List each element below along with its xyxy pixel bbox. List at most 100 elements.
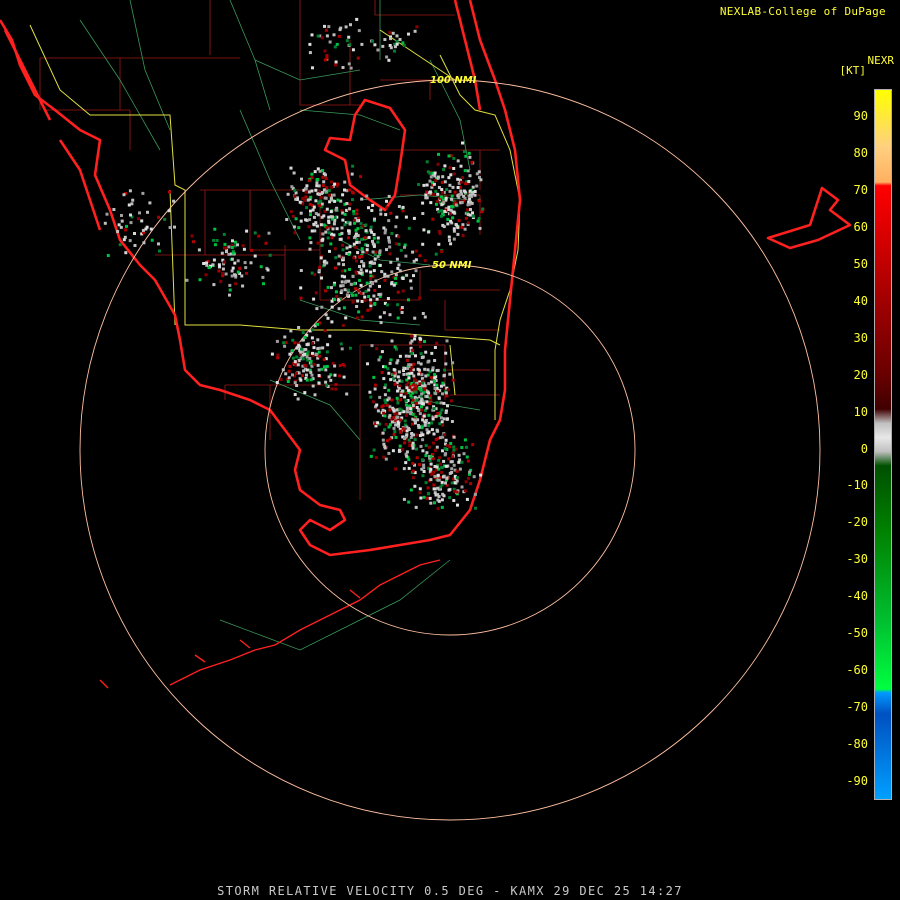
velocity-bin xyxy=(351,300,355,304)
velocity-bin xyxy=(432,379,436,383)
velocity-bin xyxy=(459,189,463,193)
velocity-bin xyxy=(376,48,380,52)
velocity-bin xyxy=(212,238,216,242)
velocity-bin xyxy=(439,401,443,405)
velocity-bin xyxy=(309,241,313,245)
velocity-bin xyxy=(299,269,303,272)
velocity-bin xyxy=(333,373,337,377)
velocity-bin xyxy=(245,271,248,275)
velocity-bin xyxy=(316,213,320,217)
velocity-bin xyxy=(444,362,448,366)
velocity-bin xyxy=(340,289,344,293)
velocity-bin xyxy=(116,230,120,233)
velocity-bin xyxy=(468,470,472,474)
velocity-bin xyxy=(376,409,380,413)
velocity-bin xyxy=(317,184,321,188)
velocity-bin xyxy=(440,470,443,474)
velocity-bin xyxy=(326,343,330,347)
velocity-bin xyxy=(371,203,375,207)
velocity-bin xyxy=(320,305,324,309)
velocity-bin xyxy=(303,352,307,356)
velocity-bin xyxy=(442,417,446,421)
velocity-bin xyxy=(308,51,312,55)
velocity-bin xyxy=(367,236,371,239)
velocity-bin xyxy=(197,248,201,252)
velocity-bin xyxy=(422,414,426,418)
velocity-bin xyxy=(398,444,402,448)
velocity-bin xyxy=(390,282,394,286)
velocity-bin xyxy=(267,231,271,235)
velocity-bin xyxy=(424,481,428,485)
velocity-bin xyxy=(312,222,316,226)
velocity-bin xyxy=(437,242,441,246)
velocity-bin xyxy=(410,388,414,392)
velocity-bin xyxy=(376,240,380,244)
velocity-bin xyxy=(228,283,232,287)
velocity-bin xyxy=(319,256,323,260)
velocity-bin xyxy=(416,409,420,412)
velocity-bin xyxy=(374,250,378,254)
velocity-bin xyxy=(452,156,456,160)
velocity-bin xyxy=(457,460,461,464)
velocity-bin xyxy=(317,354,321,358)
velocity-bin xyxy=(340,347,344,351)
velocity-bin xyxy=(128,239,132,243)
velocity-bin xyxy=(378,355,382,359)
color-scale-tick: 0 xyxy=(860,441,868,456)
velocity-bin xyxy=(141,191,145,195)
velocity-bin xyxy=(128,189,132,193)
color-scale-tick: -80 xyxy=(846,737,868,752)
velocity-bin xyxy=(299,211,303,215)
velocity-bin xyxy=(310,229,314,233)
velocity-bin xyxy=(370,344,374,348)
velocity-bin xyxy=(412,377,416,381)
velocity-bin xyxy=(320,276,323,280)
velocity-bin xyxy=(412,274,415,278)
velocity-bin xyxy=(253,254,257,258)
velocity-bin xyxy=(308,247,312,251)
velocity-bin xyxy=(409,488,413,492)
velocity-bin xyxy=(301,338,305,342)
velocity-bin xyxy=(371,242,375,246)
velocity-bin xyxy=(450,460,454,464)
velocity-bin xyxy=(379,212,383,216)
velocity-bin xyxy=(479,178,483,182)
velocity-bin xyxy=(402,366,406,370)
velocity-bin xyxy=(443,164,447,168)
velocity-bin xyxy=(426,492,430,496)
velocity-bin xyxy=(322,358,326,362)
velocity-bin xyxy=(392,426,396,430)
velocity-bin xyxy=(398,38,402,41)
velocity-bin xyxy=(343,223,347,227)
velocity-bin xyxy=(303,391,307,395)
velocity-bin xyxy=(124,251,128,255)
velocity-bin xyxy=(335,42,339,46)
velocity-bin xyxy=(310,336,314,340)
velocity-bin xyxy=(172,199,176,203)
velocity-bin xyxy=(312,346,316,350)
velocity-bin xyxy=(329,210,333,214)
velocity-bin xyxy=(138,211,141,215)
velocity-bin xyxy=(167,209,171,213)
velocity-bin xyxy=(312,362,316,366)
velocity-bin xyxy=(227,245,231,249)
velocity-bin xyxy=(411,348,415,352)
velocity-bin xyxy=(354,245,358,249)
velocity-bin xyxy=(300,347,303,351)
velocity-bin xyxy=(305,343,309,347)
velocity-bin xyxy=(293,381,297,385)
velocity-bin xyxy=(411,412,415,416)
color-scale-tick: -60 xyxy=(846,663,868,678)
velocity-bin xyxy=(375,347,379,351)
velocity-bin xyxy=(133,232,136,235)
velocity-bin xyxy=(396,316,400,320)
velocity-bin xyxy=(103,221,107,225)
velocity-bin xyxy=(448,166,452,170)
velocity-bin xyxy=(451,378,455,382)
velocity-bin xyxy=(419,496,423,500)
velocity-bin xyxy=(315,181,319,185)
velocity-bin xyxy=(452,463,456,467)
velocity-bin xyxy=(374,456,378,460)
velocity-bin xyxy=(394,467,398,471)
velocity-bin xyxy=(427,413,431,417)
